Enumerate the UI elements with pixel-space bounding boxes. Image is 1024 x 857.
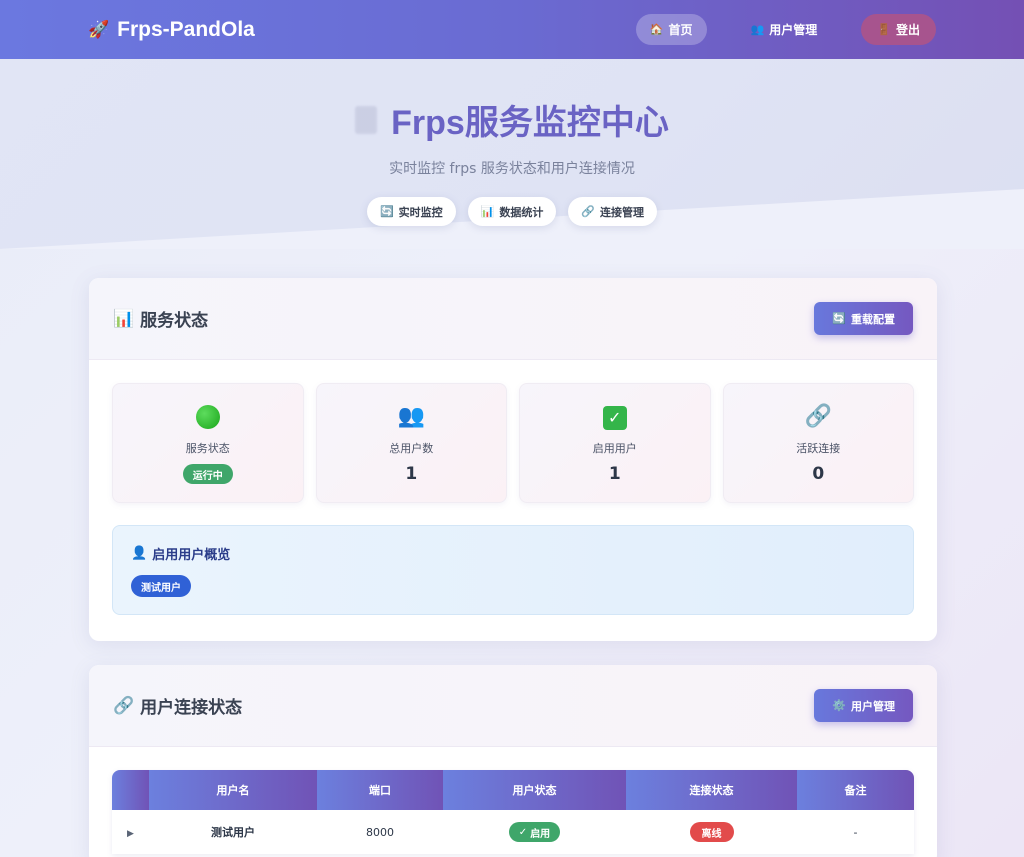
stat-value: 1	[405, 464, 418, 484]
connections-title: 🔗 用户连接状态	[113, 693, 243, 719]
bar-chart-icon: 📊	[113, 308, 135, 329]
card-title-text: 用户连接状态	[140, 698, 243, 718]
col-header-note[interactable]: 备注	[797, 770, 914, 810]
stat-value: 0	[812, 464, 825, 484]
cell-note: -	[797, 810, 914, 854]
users-icon: 👥	[750, 23, 765, 36]
stat-value: 1	[608, 464, 621, 484]
brand-name: Frps-PandOla	[117, 17, 255, 41]
stat-total-users: 👥 总用户数 1	[315, 383, 507, 503]
pill-data-stats[interactable]: 📊 数据统计	[467, 197, 557, 226]
stat-label: 活跃连接	[796, 442, 841, 455]
pill-connection-manage[interactable]: 🔗 连接管理	[568, 197, 658, 226]
col-header-expand	[112, 770, 149, 810]
hero-section: Frps服务监控中心 实时监控 frps 服务状态和用户连接情况 🔄 实时监控 …	[0, 59, 1024, 249]
check-icon: ✓	[518, 826, 528, 838]
card-header: 📊 服务状态 🔄 重载配置	[89, 278, 937, 360]
overview-title: 👤 启用用户概览	[131, 544, 895, 563]
pill-label: 数据统计	[499, 205, 544, 219]
users-icon: 👥	[397, 404, 425, 429]
user-icon: 👤	[131, 546, 148, 561]
brand[interactable]: 🚀 Frps-PandOla	[88, 18, 255, 42]
status-badge: 运行中	[182, 464, 233, 484]
nav-home-button[interactable]: 🏠 首页	[635, 14, 707, 45]
home-icon: 🏠	[649, 23, 664, 36]
link-icon: 🔗	[804, 404, 832, 429]
user-manage-label: 用户管理	[851, 699, 895, 713]
stat-enabled-users: ✓ 启用用户 1	[519, 383, 711, 503]
stat-service-status: 服务状态 运行中	[112, 383, 304, 503]
pill-realtime-monitor[interactable]: 🔄 实时监控	[366, 197, 456, 226]
stat-label: 启用用户	[592, 442, 637, 455]
rocket-icon: 🚀	[88, 19, 110, 39]
stat-active-connections: 🔗 活跃连接 0	[722, 383, 914, 503]
refresh-icon: 🔄	[379, 205, 394, 218]
door-icon: 🚪	[877, 23, 891, 36]
reload-config-button[interactable]: 🔄 重载配置	[814, 302, 913, 335]
connections-table: 用户名 端口 用户状态 连接状态 备注 ▶ 测试用户 8000 ✓ 启用 离线 …	[112, 770, 914, 854]
expand-arrow-icon[interactable]: ▶	[127, 829, 134, 839]
bar-chart-icon: 📊	[480, 205, 495, 218]
card-title-text: 服务状态	[140, 311, 209, 331]
connections-table-wrap: 用户名 端口 用户状态 连接状态 备注 ▶ 测试用户 8000 ✓ 启用 离线 …	[112, 770, 914, 854]
check-mark-icon: ✓	[602, 406, 627, 430]
cell-port: 8000	[317, 810, 443, 854]
cell-username: 测试用户	[149, 810, 317, 854]
page-subtitle: 实时监控 frps 服务状态和用户连接情况	[389, 161, 635, 177]
user-status-text: 启用	[530, 828, 551, 840]
link-icon: 🔗	[581, 205, 596, 218]
nav-users-button[interactable]: 👥 用户管理	[737, 14, 832, 45]
nav-users-label: 用户管理	[769, 23, 818, 37]
pill-label: 连接管理	[600, 205, 645, 219]
user-connections-card: 🔗 用户连接状态 ⚙️ 用户管理 用户名 端口 用户状态 连接状态 备注 ▶ 测…	[89, 665, 937, 857]
conn-status-badge: 离线	[689, 822, 734, 842]
refresh-icon: 🔄	[832, 312, 846, 325]
pill-label: 实时监控	[398, 205, 443, 219]
logout-button[interactable]: 🚪 登出	[861, 14, 936, 45]
overview-title-text: 启用用户概览	[152, 548, 231, 563]
card-header: 🔗 用户连接状态 ⚙️ 用户管理	[89, 665, 937, 747]
feature-pills: 🔄 实时监控 📊 数据统计 🔗 连接管理	[0, 197, 1024, 226]
nav-home-label: 首页	[668, 23, 693, 37]
service-status-card: 📊 服务状态 🔄 重载配置 服务状态 运行中 👥 总用户数 1 ✓ 启用用户 1…	[89, 278, 937, 641]
stats-row: 服务状态 运行中 👥 总用户数 1 ✓ 启用用户 1 🔗 活跃连接 0	[89, 360, 937, 503]
user-chip[interactable]: 测试用户	[131, 575, 191, 597]
nav-menu: 🏠 首页 👥 用户管理 🚪 登出	[635, 14, 936, 45]
col-header-username[interactable]: 用户名	[149, 770, 317, 810]
col-header-conn-status[interactable]: 连接状态	[626, 770, 797, 810]
page-title: Frps服务监控中心	[391, 104, 669, 142]
green-circle-icon	[195, 405, 220, 429]
reload-config-label: 重载配置	[851, 312, 895, 326]
col-header-user-status[interactable]: 用户状态	[443, 770, 626, 810]
document-icon	[355, 105, 378, 134]
top-navbar: 🚀 Frps-PandOla 🏠 首页 👥 用户管理 🚪 登出	[0, 0, 1024, 59]
service-status-title: 📊 服务状态	[113, 306, 209, 332]
user-manage-button[interactable]: ⚙️ 用户管理	[814, 689, 913, 722]
table-header-row: 用户名 端口 用户状态 连接状态 备注	[112, 770, 914, 810]
col-header-port[interactable]: 端口	[317, 770, 443, 810]
link-icon: 🔗	[113, 695, 135, 716]
stat-label: 服务状态	[185, 442, 230, 455]
enabled-users-overview: 👤 启用用户概览 测试用户	[112, 525, 914, 615]
gear-icon: ⚙️	[832, 699, 846, 712]
page-title-wrap: Frps服务监控中心	[355, 59, 669, 144]
stat-label: 总用户数	[389, 442, 434, 455]
logout-label: 登出	[895, 23, 920, 37]
user-status-badge: ✓ 启用	[508, 822, 561, 842]
table-row[interactable]: ▶ 测试用户 8000 ✓ 启用 离线 -	[112, 810, 914, 854]
